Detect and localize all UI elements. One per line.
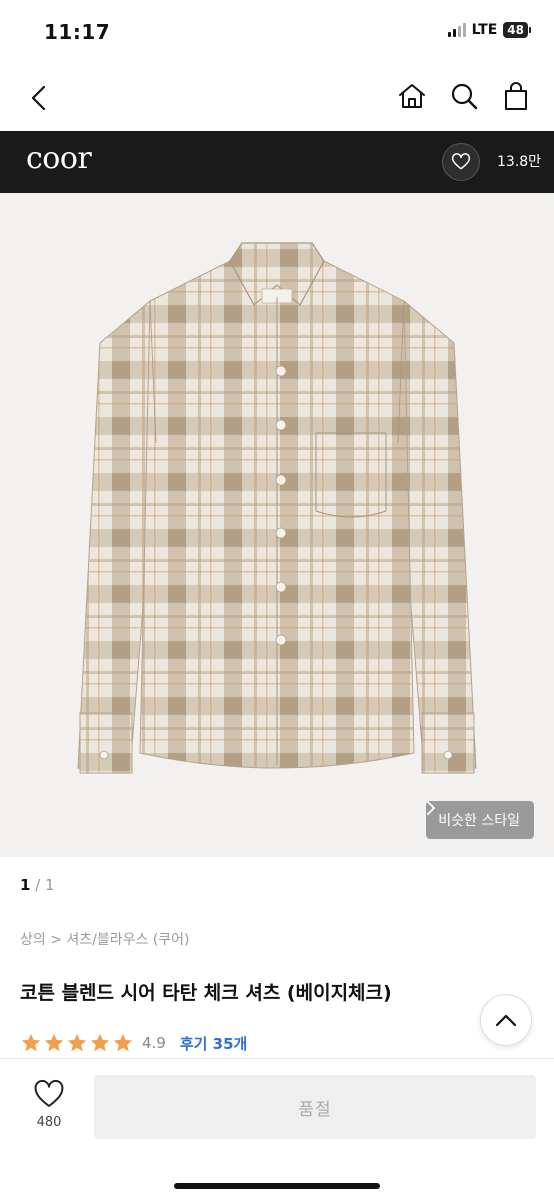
scroll-top-button[interactable] bbox=[480, 994, 532, 1046]
search-icon[interactable] bbox=[448, 80, 480, 112]
pager-current: 1 bbox=[20, 876, 31, 894]
status-bar: 11:17 LTE 48 bbox=[0, 0, 554, 66]
pager-total: / 1 bbox=[35, 876, 55, 894]
star-icon bbox=[113, 1033, 133, 1052]
rating-score: 4.9 bbox=[142, 1034, 166, 1052]
chevron-up-icon bbox=[495, 1014, 517, 1027]
status-indicators: LTE 48 bbox=[447, 22, 531, 38]
heart-icon bbox=[34, 1080, 64, 1107]
wishlist-button[interactable]: 480 bbox=[26, 1079, 72, 1130]
battery-icon: 48 bbox=[503, 22, 531, 38]
home-icon[interactable] bbox=[396, 80, 428, 112]
product-title: 코튼 블렌드 시어 타탄 체크 셔츠 (베이지체크) bbox=[20, 982, 392, 1004]
review-count-link[interactable]: 후기 35개 bbox=[180, 1033, 248, 1054]
product-image[interactable]: 비슷한 스타일 bbox=[0, 193, 554, 857]
wishlist-count: 480 bbox=[36, 1115, 62, 1130]
star-icon bbox=[44, 1033, 64, 1052]
nav-bar bbox=[0, 66, 554, 130]
breadcrumb[interactable]: 상의 > 셔츠/블라우스 (쿠어) bbox=[20, 929, 190, 949]
brand-like-count: 13.8만 bbox=[497, 154, 542, 170]
heart-icon bbox=[451, 153, 471, 170]
shopping-bag-icon[interactable] bbox=[500, 80, 532, 112]
brand-logo[interactable]: coor bbox=[26, 141, 92, 176]
chevron-left-icon[interactable] bbox=[24, 82, 56, 114]
soldout-button[interactable]: 품절 bbox=[94, 1075, 536, 1139]
home-indicator bbox=[174, 1183, 380, 1189]
star-icon bbox=[67, 1033, 87, 1052]
brand-bar: coor 13.8만 bbox=[0, 131, 554, 193]
star-icon bbox=[21, 1033, 41, 1052]
rating-row[interactable]: 4.9 후기 35개 bbox=[20, 1032, 247, 1054]
network-label: LTE bbox=[471, 22, 498, 38]
chevron-right-icon bbox=[427, 801, 436, 815]
brand-like-button[interactable] bbox=[442, 143, 480, 181]
image-pager: 1 / 1 bbox=[20, 876, 55, 894]
signal-icon bbox=[447, 23, 466, 37]
similar-style-label: 비슷한 스타일 bbox=[438, 813, 520, 829]
nav-actions bbox=[396, 80, 532, 112]
bottom-action-bar: 480 품절 bbox=[0, 1058, 554, 1200]
status-time: 11:17 bbox=[44, 20, 111, 44]
shirt-illustration bbox=[77, 242, 477, 774]
similar-style-button[interactable]: 비슷한 스타일 bbox=[426, 801, 534, 839]
star-icon bbox=[90, 1033, 110, 1052]
star-rating bbox=[20, 1032, 134, 1054]
